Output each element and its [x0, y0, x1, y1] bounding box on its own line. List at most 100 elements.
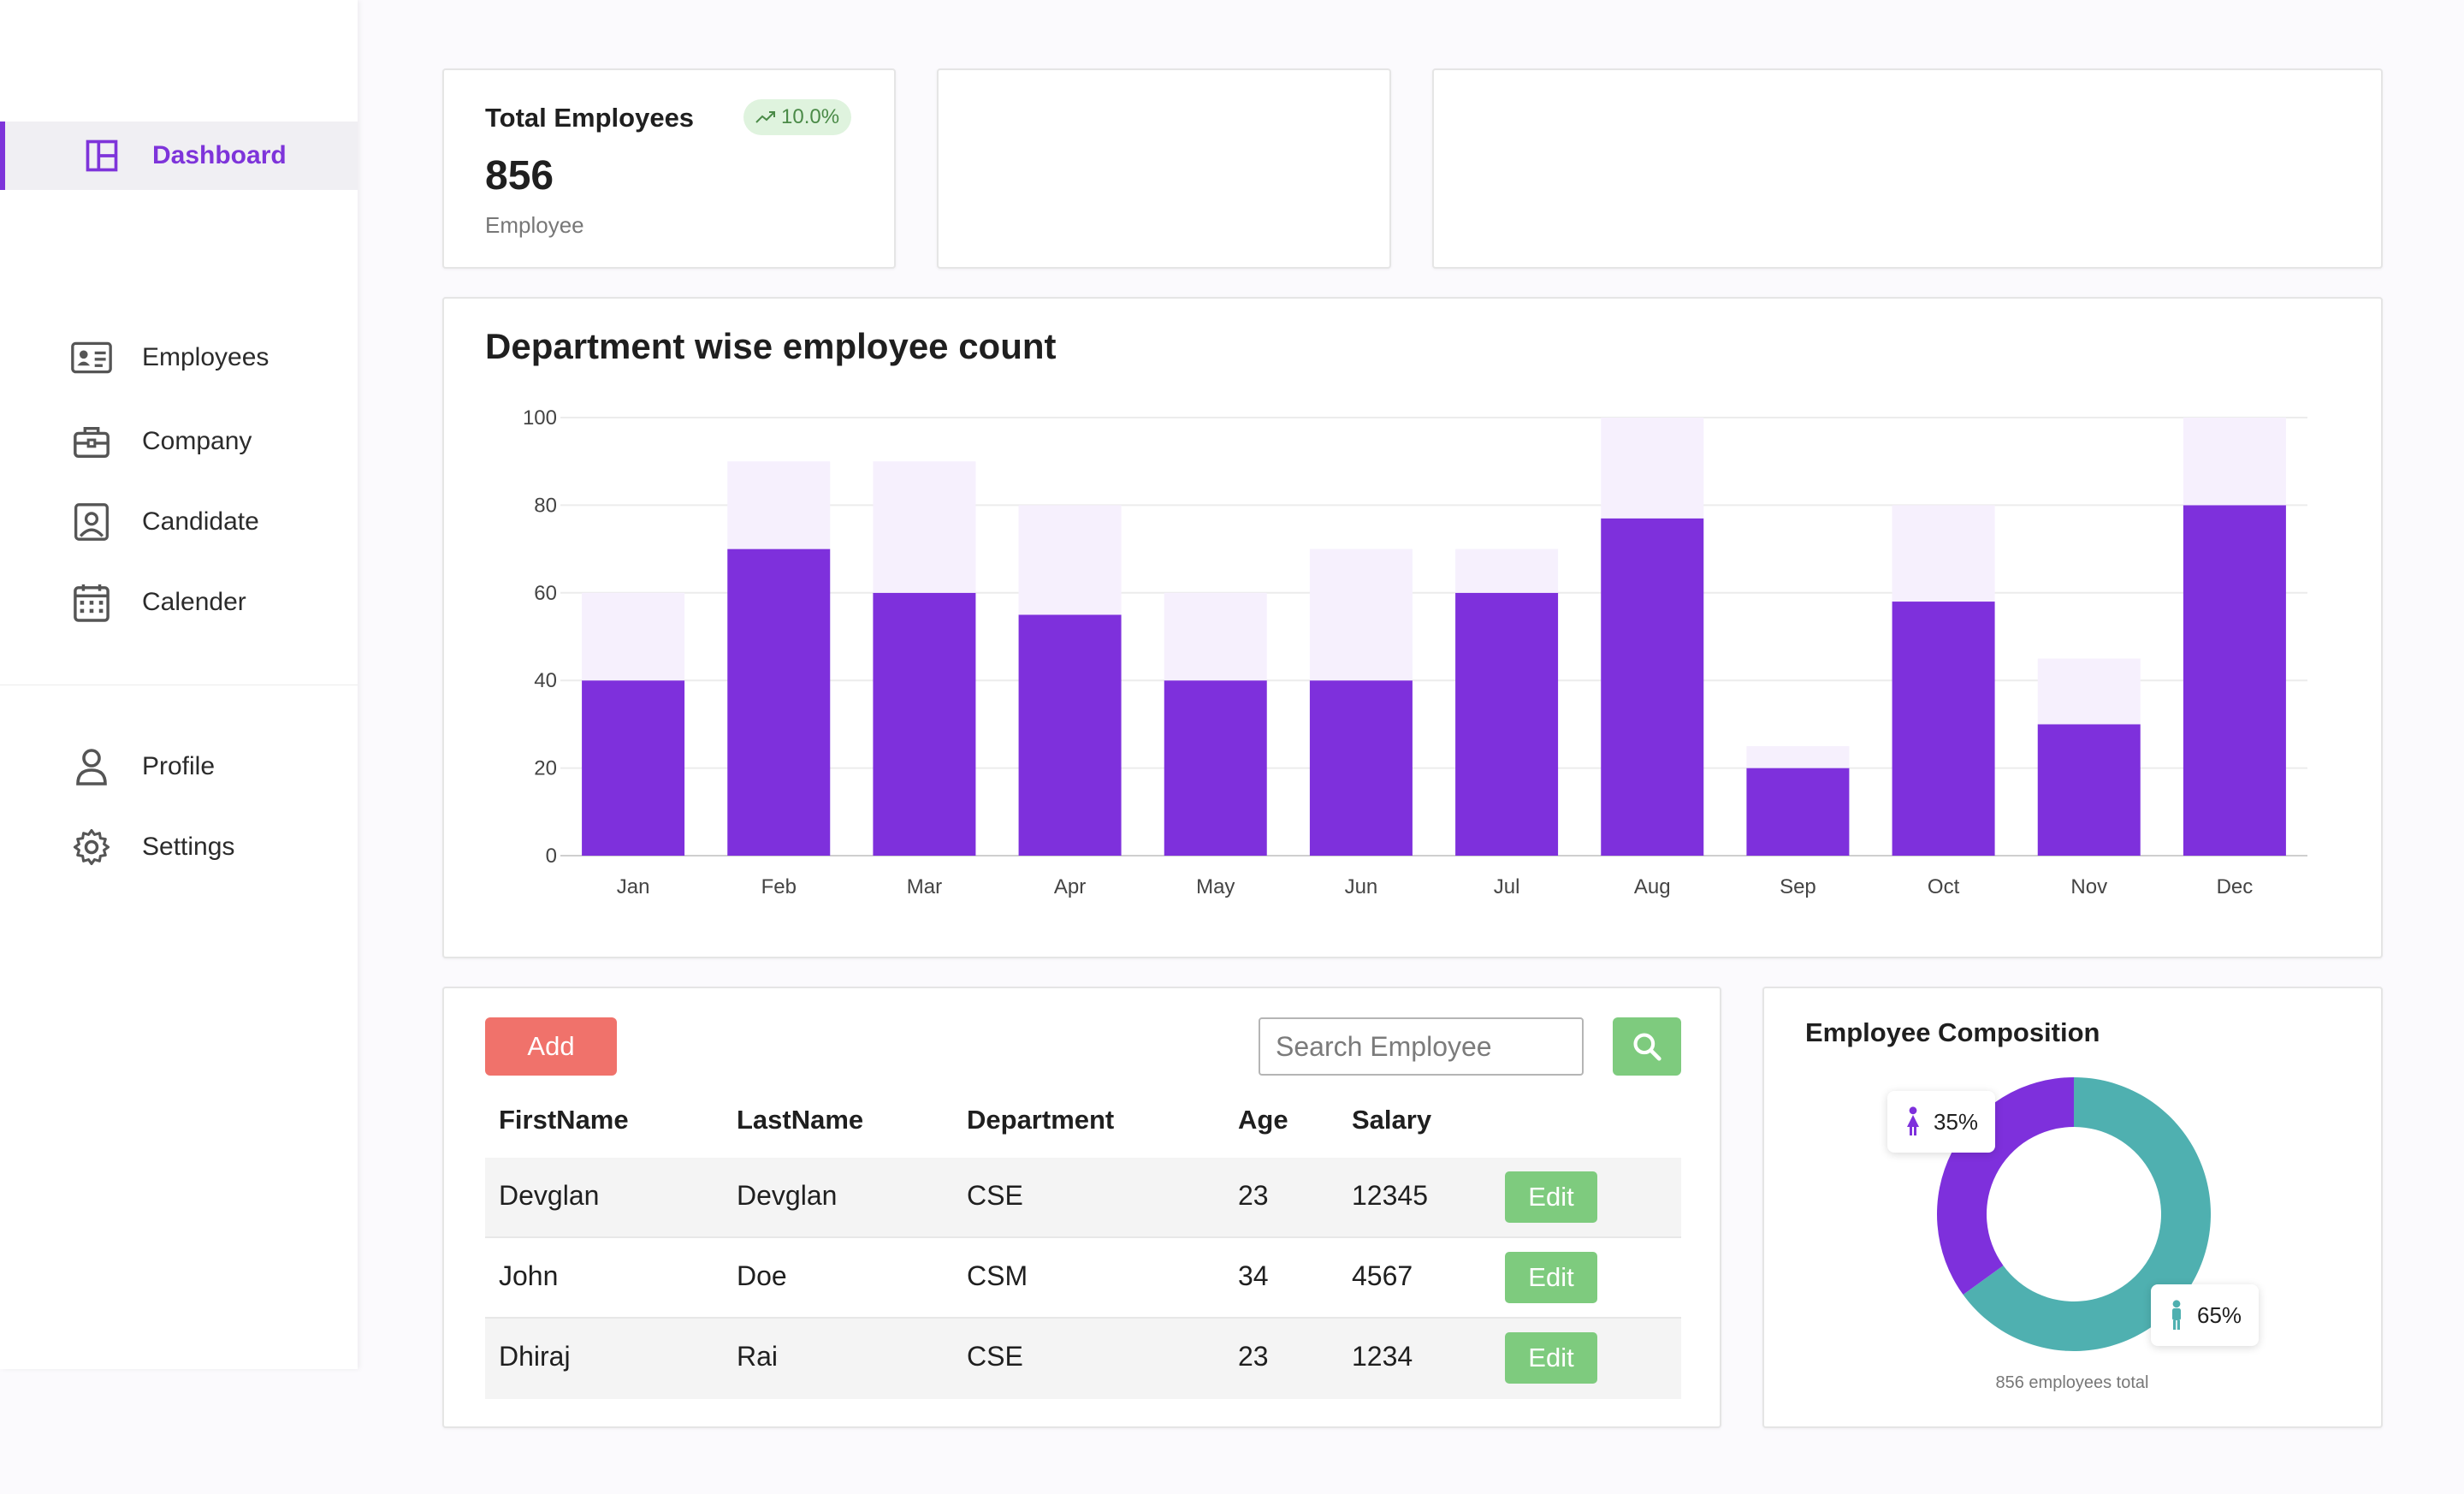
sidebar: Dashboard Employees Company Candidate Ca…: [0, 0, 358, 1369]
bar: [2037, 724, 2141, 856]
cell-firstname: John: [499, 1260, 559, 1291]
employee-table-card: Add FirstName LastName Department Age Sa…: [442, 987, 1721, 1428]
bar-chart: 0 20 40 60 80 100 Jan Feb Mar Apr May Jun Jul Aug Sep O…: [523, 406, 2307, 898]
sidebar-item-label: Employees: [142, 343, 270, 371]
x-tick-label: Jul: [1494, 875, 1520, 898]
bar: [727, 548, 831, 856]
dashboard-icon: [80, 134, 123, 177]
sidebar-item-profile[interactable]: Profile: [0, 732, 358, 801]
bar: [1455, 592, 1559, 856]
trend-badge: 10.0%: [743, 99, 852, 135]
y-tick-label: 40: [534, 669, 557, 692]
stat-subtitle: Employee: [485, 212, 584, 238]
column-header-department: Department: [967, 1105, 1115, 1135]
x-tick-label: Aug: [1634, 875, 1671, 898]
trend-up-icon: [755, 111, 775, 123]
male-percentage-tag: 65%: [2151, 1284, 2260, 1346]
cell-age: 34: [1238, 1260, 1269, 1291]
bar: [1892, 505, 1995, 602]
search-button[interactable]: [1613, 1017, 1681, 1076]
bar: [727, 461, 831, 549]
composition-footer: 856 employees total: [1995, 1373, 2149, 1392]
bar: [1018, 505, 1122, 615]
sidebar-item-employees[interactable]: Employees: [0, 323, 358, 392]
x-tick-label: May: [1196, 875, 1235, 898]
sidebar-item-label: Dashboard: [152, 141, 287, 169]
cell-age: 23: [1238, 1341, 1269, 1372]
column-header-age: Age: [1238, 1105, 1288, 1135]
bar: [2183, 418, 2286, 506]
x-tick-label: Oct: [1928, 875, 1960, 898]
x-tick-label: Nov: [2070, 875, 2107, 898]
male-icon: [2172, 1300, 2181, 1330]
edit-button[interactable]: Edit: [1505, 1171, 1597, 1223]
bar: [1018, 614, 1122, 856]
cell-lastname: Doe: [737, 1260, 787, 1291]
composition-donut: [1937, 1077, 2211, 1351]
bar: [1746, 768, 1850, 856]
sidebar-item-label: Profile: [142, 752, 216, 780]
department-chart-card: Department wise employee count 0 20 40 60 80…: [442, 297, 2383, 958]
employee-composition-card: Employee Composition 35% 65% 856 employe…: [1762, 987, 2383, 1428]
cell-department: CSE: [967, 1180, 1023, 1211]
x-tick-label: Jan: [617, 875, 650, 898]
bar: [1892, 602, 1995, 856]
y-tick-label: 20: [534, 757, 557, 780]
empty-card-1: [937, 68, 1391, 269]
gear-icon: [70, 826, 113, 869]
female-icon: [1907, 1106, 1919, 1135]
user-badge-icon: [70, 501, 113, 543]
bar: [1164, 680, 1267, 856]
sidebar-item-settings[interactable]: Settings: [0, 813, 358, 881]
table-row: Dhiraj Rai CSE 23 1234 Edit: [485, 1319, 1681, 1399]
y-tick-label: 100: [523, 406, 557, 430]
edit-button[interactable]: Edit: [1505, 1332, 1597, 1384]
person-icon: [70, 745, 113, 788]
female-percentage-tag: 35%: [1887, 1091, 1996, 1153]
sidebar-item-dashboard[interactable]: Dashboard: [0, 122, 358, 190]
bar: [1309, 548, 1413, 681]
bar: [582, 592, 685, 681]
sidebar-item-company[interactable]: Company: [0, 407, 358, 476]
bar: [582, 680, 685, 856]
cell-salary: 4567: [1352, 1260, 1413, 1291]
add-button[interactable]: Add: [485, 1017, 617, 1076]
cell-salary: 1234: [1352, 1341, 1413, 1372]
sidebar-item-candidate[interactable]: Candidate: [0, 488, 358, 556]
bar: [1455, 548, 1559, 593]
bar: [1746, 746, 1850, 768]
x-tick-label: Feb: [761, 875, 797, 898]
bar: [1164, 592, 1267, 681]
cell-firstname: Dhiraj: [499, 1341, 571, 1372]
bar: [1601, 518, 1704, 856]
cell-department: CSM: [967, 1260, 1028, 1291]
stat-title: Total Employees: [485, 103, 695, 133]
x-tick-label: Dec: [2217, 875, 2254, 898]
column-header-salary: Salary: [1352, 1105, 1432, 1135]
table-row: John Doe CSM 34 4567 Edit: [485, 1238, 1681, 1319]
sidebar-item-label: Company: [142, 427, 252, 455]
stat-value: 856: [485, 153, 554, 199]
search-icon: [1633, 1033, 1661, 1061]
edit-button[interactable]: Edit: [1505, 1252, 1597, 1303]
sidebar-item-calender[interactable]: Calender: [0, 568, 358, 637]
sidebar-item-label: Calender: [142, 588, 246, 616]
x-tick-label: Jun: [1345, 875, 1378, 898]
female-percentage: 35%: [1934, 1108, 1979, 1135]
male-percentage: 65%: [2197, 1301, 2242, 1328]
cell-salary: 12345: [1352, 1180, 1428, 1211]
y-tick-label: 80: [534, 494, 557, 517]
search-input[interactable]: [1259, 1017, 1584, 1076]
calendar-icon: [70, 581, 113, 624]
bar: [873, 461, 976, 593]
bar: [1601, 418, 1704, 519]
column-header-firstname: FirstName: [499, 1105, 629, 1135]
empty-card-2: [1432, 68, 2383, 269]
sidebar-item-label: Candidate: [142, 507, 259, 536]
cell-lastname: Devglan: [737, 1180, 838, 1211]
total-employees-card: Total Employees 10.0% 856 Employee: [442, 68, 896, 269]
briefcase-icon: [70, 420, 113, 463]
x-tick-label: Sep: [1780, 875, 1816, 898]
x-tick-label: Apr: [1054, 875, 1086, 898]
y-tick-label: 0: [546, 845, 557, 868]
